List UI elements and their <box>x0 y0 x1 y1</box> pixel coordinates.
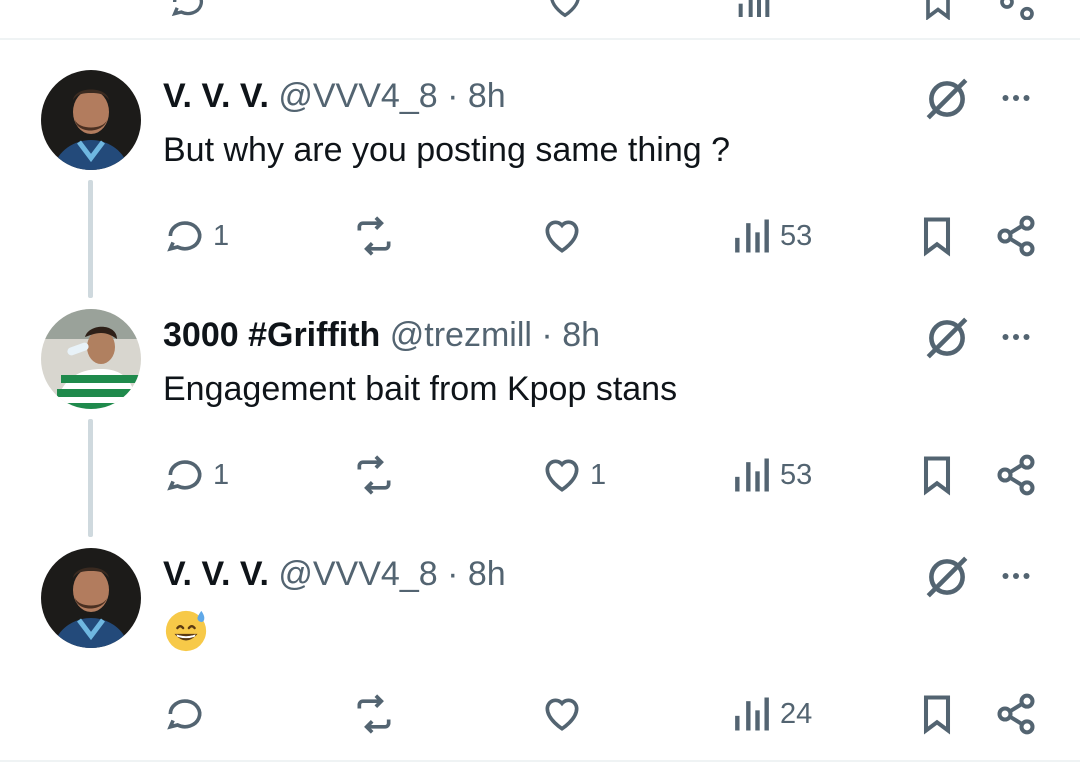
views-button[interactable]: 53 <box>730 447 812 503</box>
tweet-text: Engagement bait from Kpop stans <box>163 370 678 408</box>
user-avatar-image <box>41 70 141 170</box>
more-options-icon[interactable] <box>995 319 1037 355</box>
display-name[interactable]: V. V. V. <box>163 77 269 115</box>
tweet-text: But why are you posting same thing ? <box>163 131 730 169</box>
timestamp[interactable]: 8h <box>468 555 506 593</box>
reply-icon <box>167 699 202 730</box>
timestamp[interactable]: 8h <box>468 77 506 115</box>
like-button[interactable] <box>540 686 590 742</box>
view-count: 53 <box>780 219 813 252</box>
avatar[interactable] <box>41 70 141 170</box>
reply-icon <box>167 460 202 491</box>
reply-button[interactable] <box>163 686 213 742</box>
share-icon <box>997 454 1035 496</box>
bookmark-icon <box>923 695 951 735</box>
grok-icon[interactable] <box>922 552 972 602</box>
user-avatar-image <box>41 548 141 648</box>
like-count: 1 <box>590 458 607 491</box>
bookmark-icon <box>923 217 951 257</box>
like-icon <box>545 698 579 731</box>
bookmark-button[interactable] <box>915 447 959 503</box>
views-icon <box>738 0 770 17</box>
retweet-button[interactable] <box>352 447 402 503</box>
share-icon <box>1000 0 1034 20</box>
reply-count: 1 <box>213 458 230 491</box>
retweet-icon <box>357 216 391 256</box>
separator: · <box>447 77 459 115</box>
tweet-header: 3000 #Griffith @trezmill · 8h <box>163 313 600 357</box>
avatar[interactable] <box>41 548 141 648</box>
grinning-face-with-sweat-emoji <box>165 610 207 652</box>
grok-icon[interactable] <box>922 313 972 363</box>
more-options-icon[interactable] <box>995 558 1037 594</box>
bookmark-icon <box>923 456 951 496</box>
retweet-icon <box>357 455 391 495</box>
grok-icon[interactable] <box>922 74 972 124</box>
like-button[interactable] <box>540 208 590 264</box>
display-name[interactable]: V. V. V. <box>163 555 269 593</box>
views-icon <box>735 219 769 253</box>
views-button[interactable]: 53 <box>730 208 812 264</box>
separator: · <box>447 555 459 593</box>
views-button[interactable]: 24 <box>730 686 812 742</box>
bookmark-button[interactable] <box>915 208 959 264</box>
bookmark-icon <box>926 0 950 20</box>
more-options-icon[interactable] <box>995 80 1037 116</box>
tweet-actions: 24 <box>0 686 1080 742</box>
tweet-actions: 1 1 53 <box>0 447 1080 503</box>
share-icon <box>997 693 1035 735</box>
bookmark-button[interactable] <box>915 686 959 742</box>
user-handle[interactable]: @VVV4_8 <box>278 77 437 115</box>
divider <box>0 38 1080 40</box>
like-button[interactable]: 1 <box>540 447 606 503</box>
tweet-actions: 1 53 <box>0 208 1080 264</box>
share-button[interactable] <box>994 686 1038 742</box>
previous-tweet-actions <box>0 0 1080 20</box>
share-button[interactable] <box>994 447 1038 503</box>
views-icon <box>735 697 769 731</box>
tweet-header: V. V. V. @VVV4_8 · 8h <box>163 552 506 596</box>
retweet-icon <box>357 694 391 734</box>
view-count: 24 <box>780 697 813 730</box>
tweet-header: V. V. V. @VVV4_8 · 8h <box>163 74 506 118</box>
like-icon <box>545 220 579 253</box>
share-icon <box>997 215 1035 257</box>
display-name[interactable]: 3000 #Griffith <box>163 316 380 354</box>
user-avatar-image <box>41 309 141 409</box>
user-handle[interactable]: @VVV4_8 <box>278 555 437 593</box>
separator: · <box>541 316 553 354</box>
avatar[interactable] <box>41 309 141 409</box>
reply-count: 1 <box>213 219 230 252</box>
view-count: 53 <box>780 458 813 491</box>
reply-icon <box>167 221 202 252</box>
like-icon <box>550 0 580 18</box>
retweet-button[interactable] <box>352 686 402 742</box>
user-handle[interactable]: @trezmill <box>390 316 532 354</box>
reply-icon <box>171 0 203 17</box>
timestamp[interactable]: 8h <box>562 316 600 354</box>
divider <box>0 760 1080 762</box>
views-icon <box>735 458 769 492</box>
retweet-button[interactable] <box>352 208 402 264</box>
like-icon <box>545 459 579 492</box>
share-button[interactable] <box>994 208 1038 264</box>
reply-button[interactable]: 1 <box>163 208 229 264</box>
tweet-text <box>163 606 209 653</box>
reply-button[interactable]: 1 <box>163 447 229 503</box>
